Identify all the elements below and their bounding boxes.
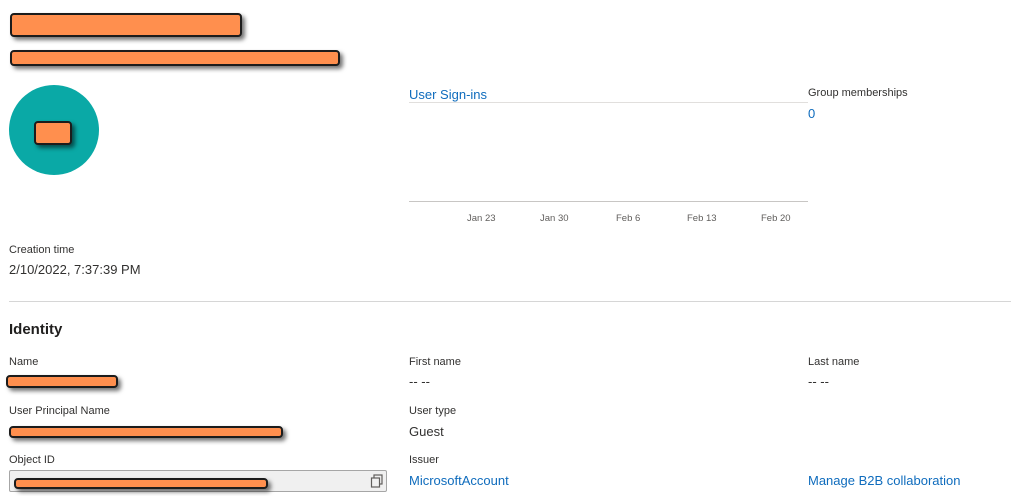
last-name-label: Last name [808,356,860,368]
redaction-upn [9,426,283,438]
chart-tick-label: Feb 20 [761,213,791,224]
chart-tick-label: Feb 6 [616,213,641,224]
issuer-label: Issuer [409,454,439,466]
redaction-name [6,375,118,388]
creation-time-value: 2/10/2022, 7:37:39 PM [9,262,141,277]
redaction-avatar-initials [34,121,72,145]
identity-heading: Identity [9,321,63,338]
redaction-subtitle [10,50,340,66]
user-type-value: Guest [409,424,444,439]
chart-tick-label: Jan 23 [467,213,496,224]
chart-tick-label: Feb 13 [687,213,717,224]
redaction-display-name [10,13,242,37]
section-divider [9,301,1011,302]
chart-top-gridline [409,102,808,103]
name-label: Name [9,356,39,368]
upn-label: User Principal Name [9,405,110,417]
issuer-link[interactable]: MicrosoftAccount [409,473,509,488]
creation-time-label: Creation time [9,244,75,256]
group-memberships-label: Group memberships [808,87,908,99]
last-name-value: -- -- [808,374,829,389]
group-memberships-count-link[interactable]: 0 [808,106,815,121]
redaction-object-id [14,478,268,489]
copy-icon[interactable] [370,474,384,488]
user-sign-ins-link[interactable]: User Sign-ins [409,87,487,102]
first-name-label: First name [409,356,461,368]
chart-baseline [409,201,808,202]
object-id-label: Object ID [9,454,55,466]
manage-b2b-collaboration-link[interactable]: Manage B2B collaboration [808,473,961,488]
user-type-label: User type [409,405,457,417]
chart-tick-label: Jan 30 [540,213,569,224]
first-name-value: -- -- [409,374,430,389]
